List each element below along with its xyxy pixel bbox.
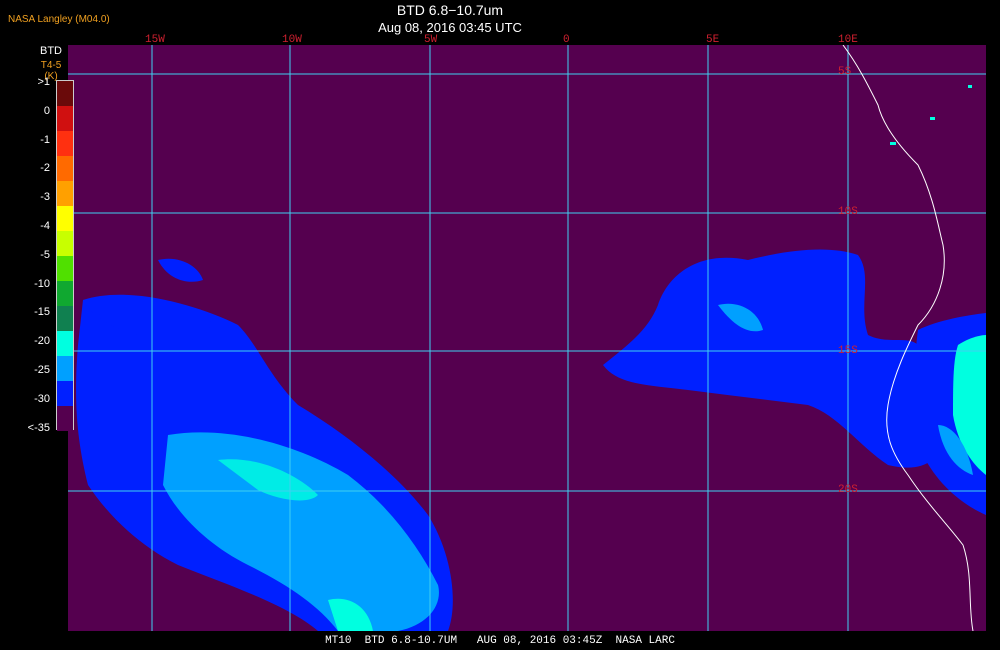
satellite-map bbox=[68, 45, 986, 631]
legend-label: -3 bbox=[40, 191, 50, 204]
legend-swatch bbox=[57, 406, 73, 431]
legend-label: -4 bbox=[40, 220, 50, 232]
color-legend-bar bbox=[56, 80, 74, 431]
legend-label: 0 bbox=[43, 104, 50, 117]
lat-label-10s: 10S bbox=[838, 206, 858, 218]
legend-label: -25 bbox=[34, 364, 50, 376]
legend-swatch bbox=[57, 131, 73, 156]
legend-swatch bbox=[57, 381, 73, 406]
legend-swatch bbox=[57, 106, 73, 131]
legend-swatch bbox=[57, 156, 73, 181]
lat-label-5s: 5S bbox=[838, 66, 852, 78]
legend-title: BTD bbox=[40, 45, 62, 57]
legend-label: <-35 bbox=[27, 421, 50, 434]
legend-label: >1 bbox=[37, 76, 50, 88]
image-title: BTD 6.8−10.7um bbox=[396, 2, 504, 18]
legend-label: -30 bbox=[34, 392, 50, 405]
legend-label: -15 bbox=[34, 306, 50, 319]
header-source: NASA Langley (M04.0) bbox=[8, 14, 110, 25]
legend-swatch bbox=[57, 81, 73, 106]
lat-label-15s: 15S bbox=[838, 345, 858, 357]
legend-swatch bbox=[57, 231, 73, 256]
legend-swatch bbox=[57, 331, 73, 356]
legend-label: -20 bbox=[34, 335, 50, 348]
legend-swatch bbox=[57, 181, 73, 206]
footer-caption: MT10 BTD 6.8-10.7UM AUG 08, 2016 03:45Z … bbox=[0, 635, 1000, 650]
legend-swatch bbox=[57, 356, 73, 381]
lat-label-20s: 20S bbox=[838, 484, 858, 496]
legend-label: -10 bbox=[34, 277, 50, 290]
legend-swatch bbox=[57, 281, 73, 306]
legend-label: -2 bbox=[40, 162, 50, 175]
legend-swatch bbox=[57, 256, 73, 281]
legend-swatch bbox=[57, 206, 73, 231]
image-timestamp: Aug 08, 2016 03:45 UTC bbox=[378, 20, 522, 35]
legend-label: -1 bbox=[40, 133, 50, 146]
legend-swatch bbox=[57, 306, 73, 331]
legend-label: -5 bbox=[40, 248, 50, 261]
